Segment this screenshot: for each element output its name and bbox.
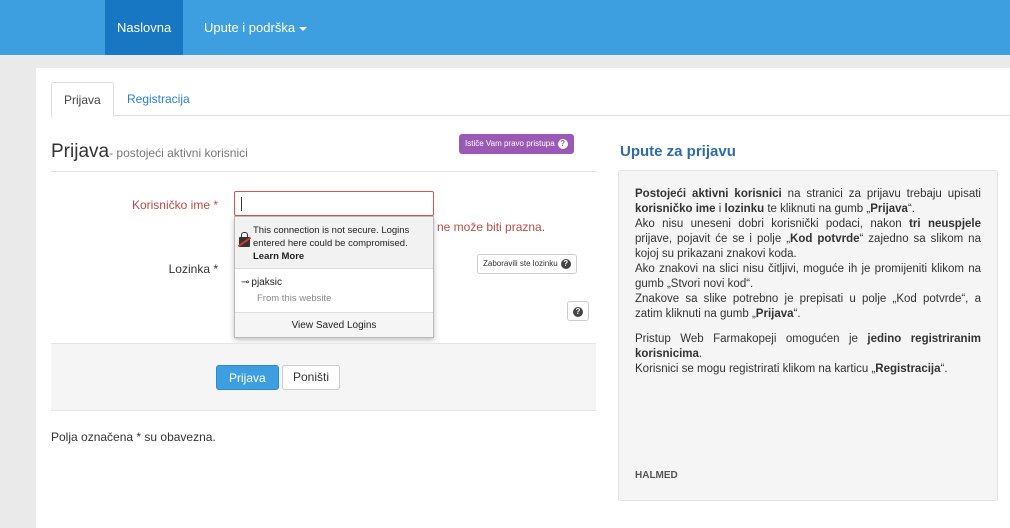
text-cursor xyxy=(241,197,242,211)
help-text: Postojeći aktivni korisnici na stranici … xyxy=(635,187,981,377)
tab-bar: Prijava Registracija xyxy=(51,82,1010,117)
help-paragraph: Postojeći aktivni korisnici na stranici … xyxy=(635,187,981,217)
help-paragraph: Pristup Web Farmakopeji omogućen je jedi… xyxy=(635,332,981,362)
page-subtitle: - postojeći aktivni korisnici xyxy=(109,146,248,160)
help-box: Postojeći aktivni korisnici na stranici … xyxy=(618,170,998,501)
help-text-run: Kod potvrde xyxy=(790,233,860,245)
help-title: Upute za prijavu xyxy=(620,143,736,160)
help-text-run: prijave, pojavit će se i polje „ xyxy=(635,233,791,245)
username-input[interactable] xyxy=(234,191,434,216)
key-icon: ⊸ xyxy=(241,277,250,288)
help-text-run: “. xyxy=(793,308,801,320)
learn-more-link[interactable]: Learn More xyxy=(253,251,304,262)
reset-button[interactable]: Poništi xyxy=(282,365,341,390)
help-text-run: Prijava xyxy=(870,203,908,215)
insecure-warning-text: This connection is not secure. Logins en… xyxy=(253,224,431,263)
saved-login-item[interactable]: ⊸ pjaksic xyxy=(241,277,282,288)
password-label: Lozinka * xyxy=(168,262,218,276)
view-saved-logins-button[interactable]: View Saved Logins xyxy=(235,312,433,337)
help-text-run: Ako nisu uneseni dobri korisnički podaci… xyxy=(635,218,910,230)
help-signature: HALMED xyxy=(635,470,678,481)
tab-login-label: Prijava xyxy=(64,93,101,107)
forgot-password-label: Zaboravili ste lozinku xyxy=(483,259,558,268)
help-text-run: Pristup Web Farmakopeji omogućen je xyxy=(635,333,868,345)
username-label: Korisničko ime * xyxy=(131,198,218,212)
username-error: ne može biti prazna. xyxy=(437,220,546,234)
help-text-run: na stranici za prijavu trebaju upisati xyxy=(781,188,981,200)
help-text-run: “. xyxy=(907,203,915,215)
help-text-run: Znakove sa slike potrebno je prepisati u… xyxy=(635,293,981,320)
insecure-lock-icon xyxy=(239,232,250,247)
tab-register[interactable]: Registracija xyxy=(115,82,202,117)
help-text-run: Postojeći aktivni korisnici xyxy=(635,188,782,200)
login-button[interactable]: Prijava xyxy=(216,365,279,390)
forgot-password-button[interactable]: Zaboravili ste lozinku? xyxy=(477,254,577,274)
question-circle-icon: ? xyxy=(560,258,571,269)
access-expiry-label: Ističe Vam pravo pristupa xyxy=(465,139,555,148)
help-text-run: tri neuspjele xyxy=(909,218,981,230)
nav-support-label: Upute i podrška xyxy=(204,20,296,35)
help-text-run: “. xyxy=(940,363,948,375)
help-text-run: i xyxy=(715,203,725,215)
divider xyxy=(51,171,596,172)
help-paragraph: Znakove sa slike potrebno je prepisati u… xyxy=(635,292,981,322)
login-button-label: Prijava xyxy=(229,371,266,385)
help-text-run: Ako znakovi na slici nisu čitljivi, mogu… xyxy=(635,263,981,290)
view-saved-logins-label: View Saved Logins xyxy=(291,320,377,331)
question-circle-icon: ? xyxy=(557,138,568,149)
saved-username: pjaksic xyxy=(251,277,282,288)
help-text-run: Korisnici se mogu registrirati klikom na… xyxy=(635,363,876,375)
top-navbar: Naslovna Upute i podrška xyxy=(0,0,1010,55)
autofill-popup: This connection is not secure. Logins en… xyxy=(234,216,434,338)
warning-message: This connection is not secure. Logins en… xyxy=(253,225,410,249)
required-fields-note: Polja označena * su obavezna. xyxy=(51,430,216,444)
tab-register-label: Registracija xyxy=(127,92,190,106)
help-text-run: Registracija xyxy=(875,363,941,375)
insecure-warning: This connection is not secure. Logins en… xyxy=(235,217,433,269)
help-text-run: te kliknuti na gumb „ xyxy=(764,203,871,215)
help-paragraph: Korisnici se mogu registrirati klikom na… xyxy=(635,362,981,377)
nav-home-label: Naslovna xyxy=(117,20,172,35)
help-button[interactable]: ? xyxy=(567,301,589,321)
help-paragraph: Ako nisu uneseni dobri korisnički podaci… xyxy=(635,217,981,262)
chevron-down-icon xyxy=(299,26,308,31)
nav-home[interactable]: Naslovna xyxy=(105,0,184,55)
page-title-text: Prijava xyxy=(51,141,110,162)
page-title: Prijava- postojeći aktivni korisnici xyxy=(51,141,248,163)
tab-login[interactable]: Prijava xyxy=(51,82,114,117)
help-text-run: . xyxy=(698,348,703,360)
help-text-run: Prijava xyxy=(755,308,794,320)
help-paragraph: Ako znakovi na slici nisu čitljivi, mogu… xyxy=(635,262,981,292)
nav-support-dropdown[interactable]: Upute i podrška xyxy=(192,0,319,55)
reset-button-label: Poništi xyxy=(293,370,330,384)
help-text-run: korisničko ime xyxy=(635,203,716,215)
question-circle-icon: ? xyxy=(573,306,583,317)
help-text-run: lozinku xyxy=(724,203,765,215)
saved-login-source: From this website xyxy=(257,293,332,304)
access-expiry-badge[interactable]: Ističe Vam pravo pristupa? xyxy=(459,134,574,154)
